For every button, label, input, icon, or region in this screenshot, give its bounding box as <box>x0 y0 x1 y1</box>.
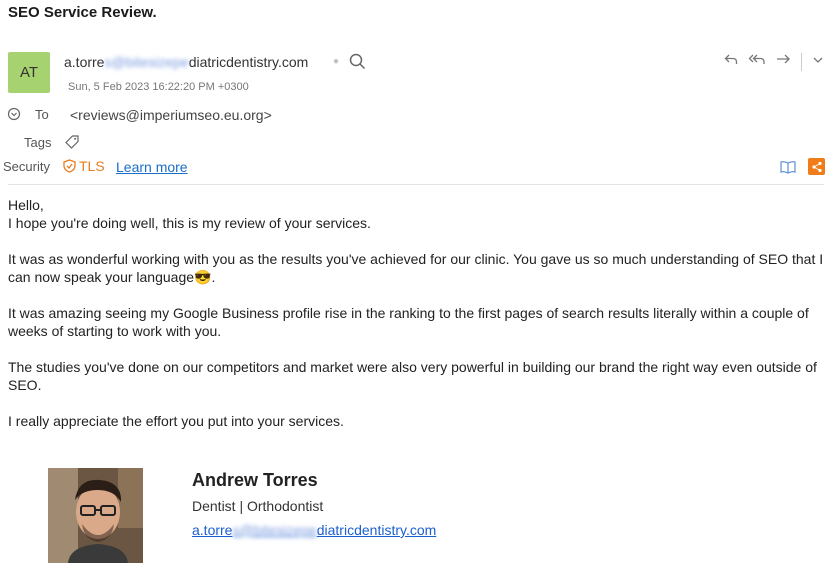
recipient-address[interactable]: <reviews@imperiumseo.eu.org> <box>70 107 272 123</box>
learn-more-link[interactable]: Learn more <box>116 159 188 175</box>
body-paragraph-2: It was as wonderful working with you as … <box>8 250 828 286</box>
signature-email-redacted: s@bitesizepe <box>232 522 317 538</box>
shield-icon <box>63 159 76 173</box>
actions-divider <box>801 52 802 71</box>
reply-all-icon[interactable] <box>748 52 766 71</box>
signature-email-suffix: diatricdentistry.com <box>316 522 437 538</box>
sender-avatar: AT <box>8 52 50 93</box>
sent-date: Sun, 5 Feb 2023 16:22:20 PM +0300 <box>68 81 249 93</box>
tags-label: Tags <box>24 135 52 150</box>
tag-icon[interactable] <box>64 134 80 155</box>
body-paragraph-4: The studies you've done on our competito… <box>8 359 817 393</box>
body-greeting: Hello, <box>8 197 44 213</box>
email-body: Hello, I hope you're doing well, this is… <box>8 196 828 448</box>
chevron-down-icon[interactable] <box>812 53 824 71</box>
book-icon[interactable] <box>780 160 796 179</box>
sender-address[interactable]: a.torres@bitesizepediatricdentistry.com <box>64 54 308 70</box>
sender-address-redacted: s@bitesizepe <box>104 54 189 70</box>
signature-name: Andrew Torres <box>192 470 318 490</box>
security-label: Security <box>3 159 50 174</box>
tls-label: TLS <box>79 158 105 174</box>
signature-email-prefix: a.torre <box>192 522 233 538</box>
share-icon[interactable] <box>808 158 825 175</box>
forward-icon[interactable] <box>776 52 791 71</box>
body-paragraph-5: I really appreciate the effort you put i… <box>8 413 344 429</box>
to-label: To <box>35 107 49 122</box>
body-paragraph-3: It was amazing seeing my Google Business… <box>8 305 809 339</box>
signature-role: Dentist | Orthodontist <box>192 498 324 514</box>
message-actions <box>724 52 824 71</box>
sender-address-suffix: diatricdentistry.com <box>188 54 309 70</box>
body-intro: Hello, I hope you're doing well, this is… <box>8 196 828 232</box>
separator-dot: ● <box>333 56 340 67</box>
tls-indicator: TLS <box>63 158 105 174</box>
email-subject: SEO Service Review. <box>8 4 157 21</box>
body-paragraph-2-text: It was as wonderful working with you as … <box>8 251 824 285</box>
header-divider <box>8 184 824 185</box>
to-circle-icon[interactable] <box>7 107 21 126</box>
body-paragraph-2-end: . <box>211 269 216 285</box>
sunglasses-emoji: 😎 <box>194 269 212 285</box>
signature-photo <box>48 468 143 563</box>
signature-email-link[interactable]: a.torres@bitesizepediatricdentistry.com <box>192 522 436 538</box>
search-icon[interactable] <box>349 53 366 75</box>
body-line-1: I hope you're doing well, this is my rev… <box>8 215 371 231</box>
reply-icon[interactable] <box>724 52 738 71</box>
sender-address-prefix: a.torre <box>64 54 105 70</box>
